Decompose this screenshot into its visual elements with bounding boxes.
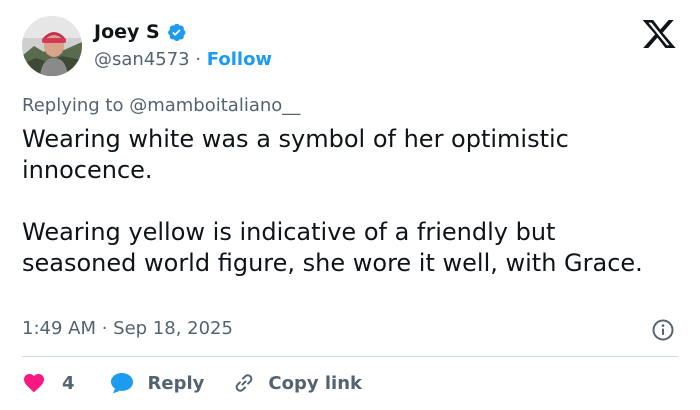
speech-bubble-icon bbox=[109, 371, 135, 395]
like-button[interactable]: 4 bbox=[22, 371, 75, 395]
verified-badge-icon bbox=[166, 22, 187, 43]
tweet-actions: 4 Reply Copy link bbox=[22, 368, 362, 398]
handle-separator: · bbox=[189, 49, 207, 70]
reply-button[interactable]: Reply bbox=[109, 371, 205, 395]
reply-context: Replying to @mamboitaliano__ bbox=[22, 94, 300, 118]
divider bbox=[22, 356, 678, 357]
x-logo-icon[interactable] bbox=[641, 18, 677, 50]
heart-icon bbox=[22, 371, 46, 395]
info-icon[interactable] bbox=[651, 318, 675, 342]
tweet-text: Wearing white was a symbol of her optimi… bbox=[22, 124, 672, 279]
author-display-name: Joey S bbox=[94, 21, 160, 43]
tweet-paragraph: Wearing yellow is indicative of a friend… bbox=[22, 218, 643, 277]
avatar-photo bbox=[22, 16, 82, 76]
author-handle-row: @san4573 · Follow bbox=[94, 48, 272, 72]
reply-context-prefix: Replying to bbox=[22, 95, 130, 116]
reply-mention-link[interactable]: @mamboitaliano__ bbox=[129, 95, 300, 116]
embedded-tweet-card: Joey S @san4573 · Follow Replying to @ma… bbox=[0, 0, 700, 410]
copy-link-label: Copy link bbox=[268, 372, 362, 394]
copy-link-button[interactable]: Copy link bbox=[232, 371, 362, 395]
author-handle[interactable]: @san4573 bbox=[94, 49, 190, 70]
link-icon bbox=[232, 371, 256, 395]
like-count: 4 bbox=[62, 372, 75, 394]
follow-button[interactable]: Follow bbox=[207, 49, 272, 70]
tweet-paragraph: Wearing white was a symbol of her optimi… bbox=[22, 125, 569, 184]
author-name-row[interactable]: Joey S bbox=[94, 20, 187, 44]
reply-label: Reply bbox=[147, 372, 205, 394]
avatar[interactable] bbox=[22, 16, 82, 76]
tweet-timestamp[interactable]: 1:49 AM · Sep 18, 2025 bbox=[22, 317, 233, 341]
